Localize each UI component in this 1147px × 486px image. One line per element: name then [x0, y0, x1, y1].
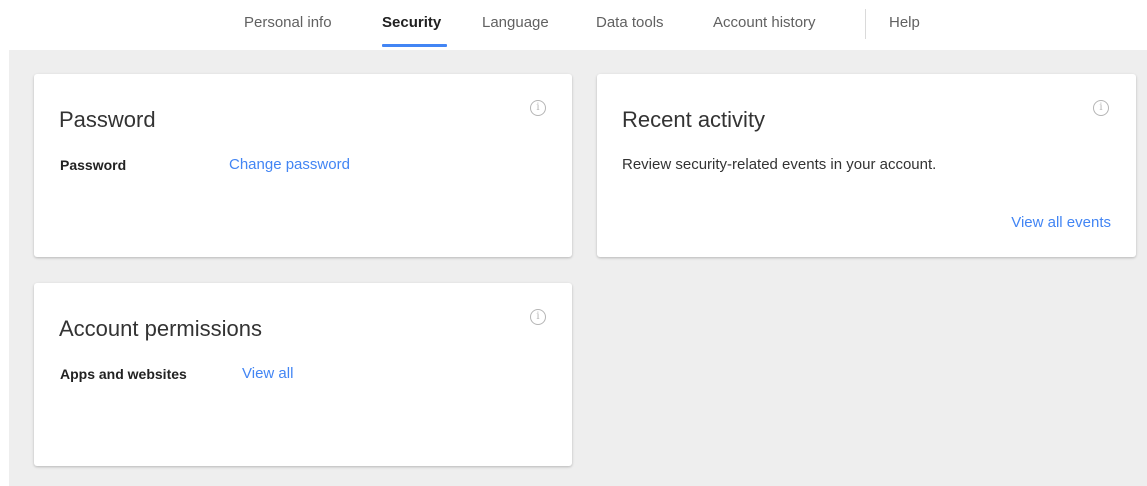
- nav-divider: [865, 9, 866, 39]
- account-permissions-card-title: Account permissions: [59, 316, 262, 341]
- info-icon[interactable]: i: [530, 100, 546, 116]
- tab-security[interactable]: Security: [382, 14, 441, 36]
- tab-language[interactable]: Language: [482, 14, 549, 36]
- info-icon[interactable]: i: [530, 309, 546, 325]
- account-permissions-card: Account permissions i Apps and websites …: [34, 283, 572, 466]
- change-password-link[interactable]: Change password: [229, 156, 350, 174]
- view-all-events-link[interactable]: View all events: [1011, 214, 1111, 232]
- apps-and-websites-label: Apps and websites: [60, 366, 187, 382]
- recent-activity-card-title: Recent activity: [622, 107, 766, 132]
- top-navigation: Personal info Security Language Data too…: [0, 0, 1147, 50]
- view-all-link[interactable]: View all: [242, 365, 293, 383]
- password-card: Password i Password Change password: [34, 74, 572, 257]
- password-card-title: Password: [59, 107, 156, 132]
- tab-account-history[interactable]: Account history: [713, 14, 816, 36]
- password-row-label: Password: [60, 157, 127, 173]
- tab-help[interactable]: Help: [889, 14, 920, 36]
- tab-data-tools[interactable]: Data tools: [596, 14, 664, 36]
- security-content-area: Password i Password Change password Rece…: [9, 50, 1147, 486]
- recent-activity-description: Review security-related events in your a…: [622, 156, 937, 173]
- info-icon[interactable]: i: [1093, 100, 1109, 116]
- tab-personal-info[interactable]: Personal info: [244, 14, 332, 36]
- recent-activity-card: Recent activity i Review security-relate…: [597, 74, 1136, 257]
- active-tab-indicator: [382, 44, 447, 47]
